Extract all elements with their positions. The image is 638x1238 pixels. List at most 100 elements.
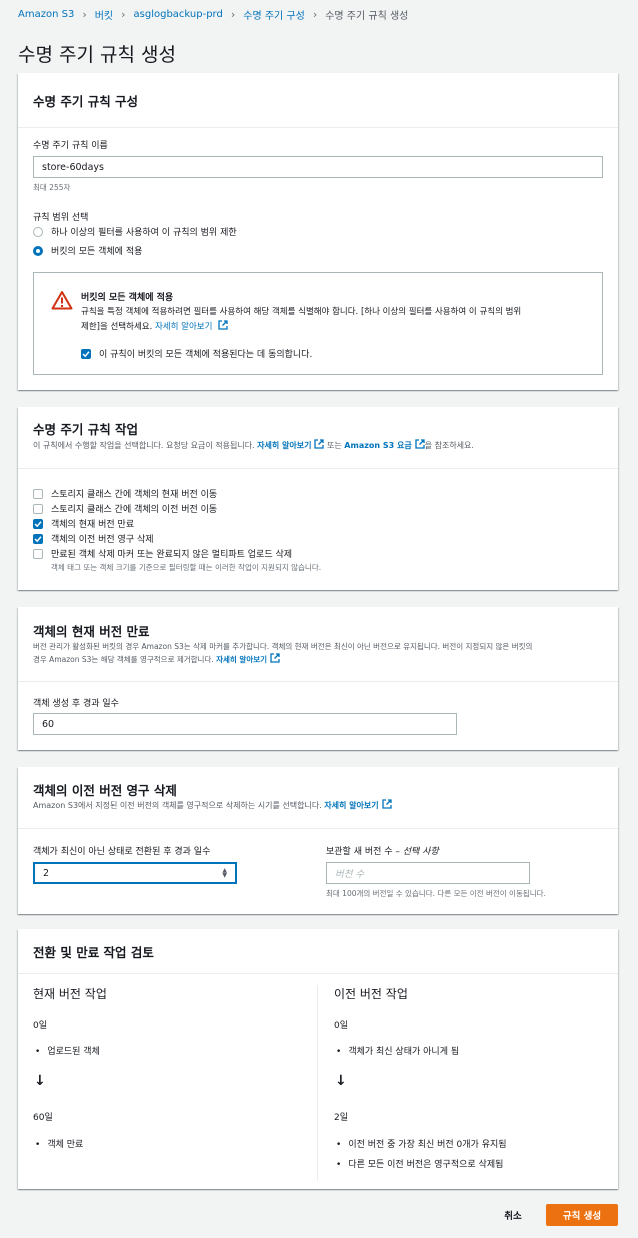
action-move-current-label: 스토리지 클래스 간에 객체의 현재 버전 이동 — [51, 490, 218, 500]
scope-option-all[interactable]: 버킷의 모든 객체에 적용 — [33, 244, 142, 257]
actions-desc-text: 이 규칙에서 수행할 작업을 선택합니다. 요청당 요금이 적용됩니다. — [33, 441, 255, 450]
warning-alert: 버킷의 모든 객체에 적용 규칙을 특정 객체에 적용하려면 필터를 사용하여 … — [33, 272, 603, 375]
actions-desc-suffix: 을 참조하세요. — [424, 441, 474, 450]
scope-option-filter[interactable]: 하나 이상의 필터를 사용하여 이 규칙의 범위 제한 — [33, 225, 237, 238]
arrow-down-icon: ↓ — [34, 1073, 46, 1089]
previous-step2-day: 2일 — [334, 1113, 349, 1123]
config-panel-title: 수명 주기 규칙 구성 — [33, 93, 139, 109]
breadcrumb-bucket[interactable]: asglogbackup-prd — [134, 9, 223, 20]
acknowledge-checkbox[interactable]: 이 규칙이 버킷의 모든 객체에 적용된다는 데 동의합니다. — [81, 347, 312, 360]
warning-learn-more-link[interactable]: 자세히 알아보기 — [155, 322, 212, 332]
breadcrumb-amazon-s3[interactable]: Amazon S3 — [18, 9, 74, 20]
rule-name-input[interactable]: store-60days — [33, 156, 603, 178]
scope-label: 규칙 범위 선택 — [33, 213, 89, 223]
keep-versions-optional: 선택 사항 — [402, 847, 439, 857]
breadcrumb-lifecycle-config[interactable]: 수명 주기 구성 — [243, 7, 305, 22]
warning-body-line2-text: 제한]을 선택하세요. — [81, 322, 153, 332]
radio-unselected-icon[interactable] — [33, 226, 43, 237]
checkbox-unchecked-icon[interactable] — [33, 503, 43, 514]
noncurrent-panel: 객체의 이전 버전 영구 삭제 Amazon S3에서 지정된 이전 버전의 객… — [18, 767, 618, 914]
review-panel: 전환 및 만료 작업 검토 현재 버전 작업 0일 업로드된 객체 ↓ 60일 … — [18, 929, 618, 1189]
actions-desc-or: 또는 — [327, 441, 342, 450]
noncurrent-learn-more-link[interactable]: 자세히 알아보기 — [324, 801, 378, 810]
create-rule-button[interactable]: 규칙 생성 — [546, 1204, 618, 1226]
scope-option-filter-label: 하나 이상의 필터를 사용하여 이 규칙의 범위 제한 — [51, 228, 237, 238]
warning-icon — [51, 291, 73, 310]
current-actions-heading: 현재 버전 작업 — [33, 987, 107, 1001]
previous-step1-day: 0일 — [334, 1021, 349, 1031]
warning-body-line1: 규칙을 특정 객체에 적용하려면 필터를 사용하여 해당 객체를 식별해야 합니… — [81, 307, 522, 317]
expire-days-label: 객체 생성 후 경과 일수 — [33, 699, 119, 709]
rule-name-label: 수명 주기 규칙 이름 — [33, 141, 108, 151]
external-link-icon — [218, 320, 228, 330]
review-panel-title: 전환 및 만료 작업 검토 — [33, 944, 154, 960]
action-delete-previous[interactable]: 객체의 이전 버전 영구 삭제 — [33, 532, 154, 545]
expire-days-input[interactable]: 60 — [33, 713, 457, 735]
previous-actions-heading: 이전 버전 작업 — [334, 987, 408, 1001]
chevron-right-icon: › — [121, 8, 126, 21]
warning-body-line2: 제한]을 선택하세요. 자세히 알아보기 — [81, 320, 228, 332]
current-step2-item: 객체 만료 — [35, 1137, 83, 1150]
actions-panel-title: 수명 주기 규칙 작업 — [33, 422, 139, 437]
action-expire-current[interactable]: 객체의 현재 버전 만료 — [33, 517, 134, 530]
action-delete-markers[interactable]: 만료된 객체 삭제 마커 또는 완료되지 않은 멀티파트 업로드 삭제 — [33, 547, 292, 560]
current-step2-day: 60일 — [33, 1113, 53, 1123]
checkbox-checked-icon[interactable] — [33, 533, 43, 544]
action-delete-previous-label: 객체의 이전 버전 영구 삭제 — [51, 535, 154, 545]
noncurrent-days-input[interactable]: 2 ▲ ▼ — [33, 862, 237, 884]
keep-versions-input[interactable]: 버전 수 — [326, 862, 530, 884]
actions-panel: 수명 주기 규칙 작업 이 규칙에서 수행할 작업을 선택합니다. 요청당 요금… — [18, 407, 618, 590]
noncurrent-panel-desc: Amazon S3에서 지정된 이전 버전의 객체를 영구적으로 삭제하는 시기… — [33, 799, 392, 812]
noncurrent-desc-text: Amazon S3에서 지정된 이전 버전의 객체를 영구적으로 삭제하는 시기… — [33, 801, 322, 810]
action-delete-markers-label: 만료된 객체 삭제 마커 또는 완료되지 않은 멀티파트 업로드 삭제 — [51, 550, 293, 560]
checkbox-unchecked-icon[interactable] — [33, 488, 43, 499]
current-step1-day: 0일 — [33, 1021, 48, 1031]
action-move-previous[interactable]: 스토리지 클래스 간에 객체의 이전 버전 이동 — [33, 502, 217, 515]
expire-panel-header: 객체의 현재 버전 만료 버전 관리가 활성화된 버킷의 경우 Amazon S… — [18, 607, 618, 682]
actions-learn-more-link[interactable]: 자세히 알아보기 — [257, 441, 311, 450]
rule-name-hint: 최대 255자 — [33, 183, 71, 192]
noncurrent-days-value: 2 — [43, 867, 50, 879]
noncurrent-panel-header: 객체의 이전 버전 영구 삭제 Amazon S3에서 지정된 이전 버전의 객… — [18, 767, 618, 829]
keep-versions-hint: 최대 100개의 버전일 수 있습니다. 다른 모든 이전 버전이 이동됩니다. — [326, 889, 546, 898]
checkbox-checked-icon[interactable] — [81, 348, 91, 359]
config-panel-header: 수명 주기 규칙 구성 — [18, 73, 618, 128]
expire-panel: 객체의 현재 버전 만료 버전 관리가 활성화된 버킷의 경우 Amazon S… — [18, 607, 618, 750]
warning-title: 버킷의 모든 객체에 적용 — [81, 293, 174, 303]
expire-learn-more-link[interactable]: 자세히 알아보기 — [216, 655, 267, 664]
actions-hint: 객체 태그 또는 객체 크기를 기준으로 필터링할 때는 이러한 작업이 지원되… — [51, 563, 322, 572]
keep-versions-label-text: 보관할 새 버전 수 – — [326, 847, 400, 857]
cancel-button[interactable]: 취소 — [494, 1204, 532, 1226]
s3-pricing-link[interactable]: Amazon S3 요금 — [344, 441, 411, 450]
actions-panel-desc: 이 규칙에서 수행할 작업을 선택합니다. 요청당 요금이 적용됩니다. 자세히… — [33, 439, 474, 452]
previous-step1-item: 객체가 최신 상태가 아니게 됨 — [336, 1044, 459, 1057]
noncurrent-days-label: 객체가 최신이 아닌 상태로 전환된 후 경과 일수 — [33, 847, 211, 857]
breadcrumb-buckets[interactable]: 버킷 — [95, 7, 113, 22]
previous-step2-item-2: 다른 모든 이전 버전은 영구적으로 삭제됨 — [336, 1157, 503, 1170]
page-title: 수명 주기 규칙 생성 — [18, 44, 176, 66]
external-link-icon — [381, 799, 392, 809]
review-panel-header: 전환 및 만료 작업 검토 — [18, 929, 618, 974]
action-expire-current-label: 객체의 현재 버전 만료 — [51, 520, 135, 530]
external-link-icon — [415, 439, 425, 449]
keep-versions-label: 보관할 새 버전 수 – 선택 사항 — [326, 844, 439, 857]
checkbox-checked-icon[interactable] — [33, 518, 43, 529]
noncurrent-panel-title: 객체의 이전 버전 영구 삭제 — [33, 783, 177, 798]
checkbox-unchecked-icon[interactable] — [33, 548, 43, 559]
arrow-down-icon: ↓ — [335, 1073, 347, 1089]
chevron-right-icon: › — [82, 8, 87, 21]
expire-desc-line2-text: 경우 Amazon S3는 해당 객체를 영구적으로 제거합니다. — [33, 655, 214, 664]
expire-panel-title: 객체의 현재 버전 만료 — [33, 624, 150, 639]
chevron-right-icon: › — [312, 8, 318, 21]
radio-selected-icon[interactable] — [33, 245, 43, 256]
review-divider — [317, 985, 318, 1181]
external-link-icon — [314, 439, 325, 449]
acknowledge-label: 이 규칙이 버킷의 모든 객체에 적용된다는 데 동의합니다. — [99, 350, 313, 360]
scope-option-all-label: 버킷의 모든 객체에 적용 — [51, 247, 143, 257]
stepper-icon[interactable]: ▲ ▼ — [222, 868, 227, 879]
external-link-icon — [270, 653, 280, 663]
action-move-current[interactable]: 스토리지 클래스 간에 객체의 현재 버전 이동 — [33, 487, 217, 500]
config-panel: 수명 주기 규칙 구성 수명 주기 규칙 이름 store-60days 최대 … — [18, 73, 618, 390]
chevron-right-icon: › — [230, 8, 236, 21]
action-move-previous-label: 스토리지 클래스 간에 객체의 이전 버전 이동 — [51, 505, 218, 515]
